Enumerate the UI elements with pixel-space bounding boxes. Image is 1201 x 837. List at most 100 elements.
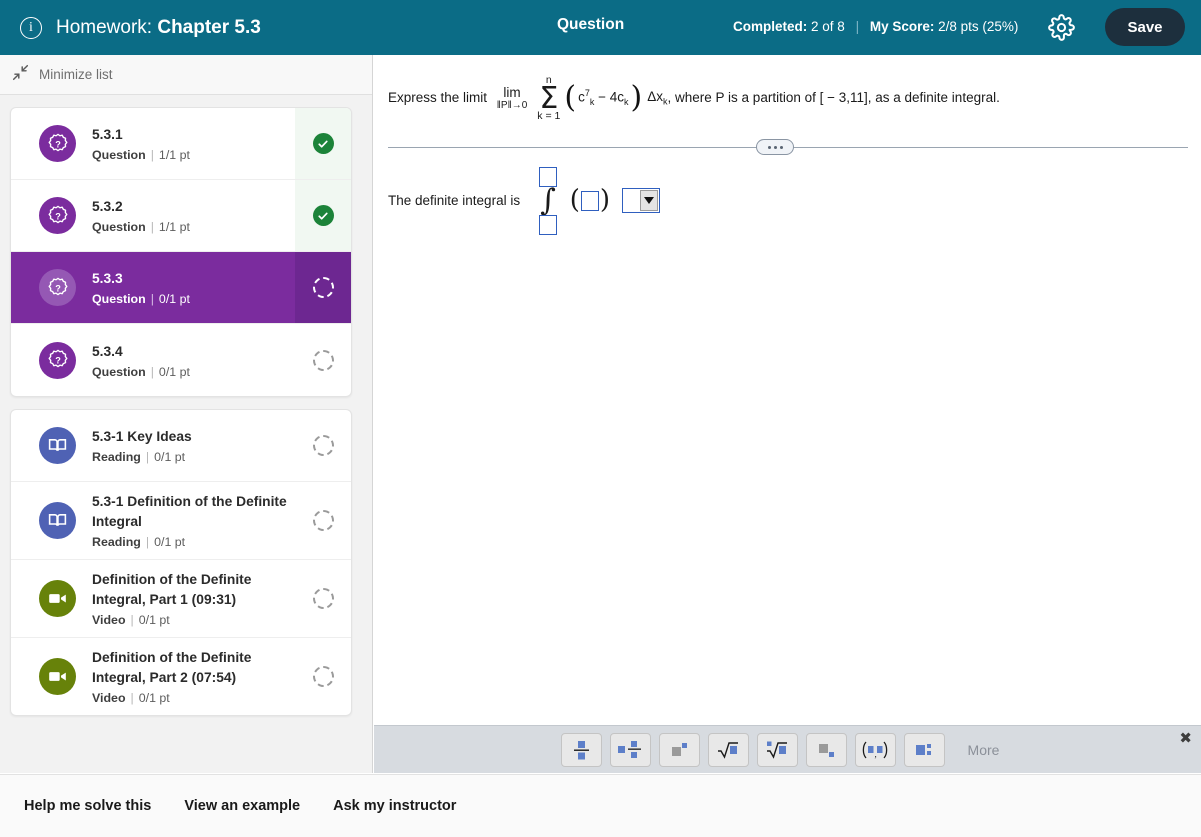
divider-drag-handle[interactable]: [756, 139, 794, 155]
fraction-button[interactable]: [560, 732, 602, 767]
sigma-icon: Σ: [539, 80, 559, 116]
list-item[interactable]: ? 5.3.3 Question | 0/1 pt: [11, 252, 351, 324]
list-item-kind: Video: [92, 691, 126, 705]
fraction-icon: [574, 740, 589, 759]
paren-open: (: [564, 80, 577, 116]
delta-term: Δx: [647, 88, 664, 104]
list-item[interactable]: 5.3-1 Definition of the Definite Integra…: [11, 482, 351, 560]
list-item-title: 5.3-1 Definition of the Definite Integra…: [92, 494, 287, 529]
minimize-icon: [12, 64, 29, 86]
list-item[interactable]: ? 5.3.4 Question | 0/1 pt: [11, 324, 351, 396]
list-item[interactable]: Definition of the Definite Integral, Par…: [11, 560, 351, 638]
integrand-input[interactable]: [580, 190, 599, 211]
status-cell: [295, 560, 351, 637]
lower-limit-input[interactable]: [538, 214, 557, 235]
list-item-text: 5.3-1 Key Ideas Reading | 0/1 pt: [92, 417, 295, 474]
variable-select[interactable]: [622, 188, 661, 214]
svg-text:?: ?: [55, 211, 61, 221]
status-cell: [295, 324, 351, 396]
mixed-number-button[interactable]: [609, 732, 651, 767]
footer-link[interactable]: Help me solve this: [24, 798, 151, 814]
header-divider: |: [855, 19, 860, 34]
save-button[interactable]: Save: [1105, 8, 1185, 46]
list-item-kind: Question: [92, 148, 146, 162]
subscript-button[interactable]: [805, 732, 847, 767]
list-item-title: 5.3-1 Key Ideas: [92, 429, 192, 444]
svg-text:?: ?: [55, 283, 61, 293]
question-badge-icon: ?: [39, 269, 76, 306]
list-item-kind: Reading: [92, 450, 141, 464]
close-icon[interactable]: ✖: [1179, 731, 1192, 746]
status-incomplete-icon: [312, 349, 334, 371]
handle-dot: [767, 145, 771, 149]
piecewise-button[interactable]: [903, 732, 945, 767]
score-label: My Score:: [869, 19, 935, 34]
list-item-title: 5.3.2: [92, 199, 123, 214]
nth-root-button[interactable]: [756, 732, 798, 767]
list-item-points: 0/1 pt: [154, 535, 186, 549]
interval-icon: ,: [862, 741, 888, 759]
handle-dot: [779, 145, 783, 149]
question-badge-icon: ?: [39, 197, 76, 234]
list-item-meta: Video | 0/1 pt: [92, 691, 295, 705]
list-item[interactable]: Definition of the Definite Integral, Par…: [11, 638, 351, 715]
info-icon[interactable]: i: [20, 16, 42, 39]
status-cell: [295, 180, 351, 251]
page-title: Homework: Chapter 5.3: [56, 17, 261, 39]
paren-close: ): [630, 80, 643, 116]
term-subscript: k: [589, 97, 595, 108]
more-button: More: [967, 741, 1000, 758]
integral-sign-icon: ∫: [540, 183, 556, 218]
header-chapter: Chapter 5.3: [157, 16, 261, 38]
list-item-points: 0/1 pt: [158, 292, 190, 306]
list-item[interactable]: ? 5.3.2 Question | 1/1 pt: [11, 180, 351, 252]
status-incomplete-icon: [312, 510, 334, 531]
list-item-kind: Question: [92, 364, 146, 379]
list-item-kind: Question: [92, 292, 146, 306]
question-statement: Express the limit lim ‖P‖→0 n Σ k = 1 ( …: [388, 75, 1000, 122]
piecewise-icon: [916, 743, 931, 755]
integrand-group: ( ): [569, 185, 610, 216]
status-cell: [295, 252, 351, 323]
footer-link[interactable]: Ask my instructor: [333, 798, 456, 814]
gear-icon[interactable]: [1048, 14, 1075, 41]
meta-separator: |: [150, 292, 154, 306]
exponent-icon: [672, 742, 687, 756]
interval-button[interactable]: ,: [854, 732, 896, 767]
assignment-card: ? 5.3.1 Question | 1/1 pt? 5.3.2 Question | 1/1 …: [10, 107, 352, 397]
square-root-button[interactable]: [707, 732, 749, 767]
integral-expression: ∫ ( ): [536, 167, 661, 235]
svg-text:,: ,: [875, 749, 877, 759]
list-item-kind: Question: [92, 220, 146, 234]
minimize-list-button[interactable]: Minimize list: [0, 55, 372, 95]
question-intro: Express the limit: [388, 89, 488, 105]
question-badge-icon: ?: [39, 341, 76, 379]
list-item-title: 5.3.4: [92, 343, 123, 359]
footer-link[interactable]: View an example: [184, 798, 300, 814]
list-item-meta: Question | 0/1 pt: [92, 365, 295, 379]
header-progress: Completed: 2 of 8 | My Score: 2/8 pts (2…: [733, 19, 1018, 34]
exponent-button[interactable]: [658, 732, 700, 767]
list-item-meta: Reading | 0/1 pt: [92, 535, 295, 549]
status-incomplete-icon: [312, 666, 334, 687]
mixed-number-icon: [618, 740, 641, 758]
meta-separator: |: [150, 364, 154, 379]
meta-separator: |: [150, 148, 154, 162]
list-item[interactable]: 5.3-1 Key Ideas Reading | 0/1 pt: [11, 410, 351, 482]
term-middle: − 4c: [598, 89, 625, 105]
list-item-text: 5.3.3 Question | 0/1 pt: [92, 259, 295, 316]
meta-separator: |: [130, 613, 134, 627]
list-item-points: 0/1 pt: [158, 364, 190, 379]
summation: n Σ k = 1: [537, 75, 560, 122]
video-camera-icon: [39, 580, 76, 617]
square-root-icon: [718, 741, 738, 759]
integrand-paren-open: (: [569, 185, 580, 216]
question-pane: Express the limit lim ‖P‖→0 n Σ k = 1 ( …: [374, 55, 1201, 725]
list-item-points: 0/1 pt: [138, 691, 170, 705]
svg-text:?: ?: [55, 356, 61, 366]
list-item-kind: Reading: [92, 535, 141, 549]
list-item-title: 5.3.3: [92, 271, 123, 286]
list-item[interactable]: ? 5.3.1 Question | 1/1 pt: [11, 108, 351, 180]
book-icon: [39, 502, 76, 539]
summand: c7k − 4ck: [576, 89, 630, 107]
